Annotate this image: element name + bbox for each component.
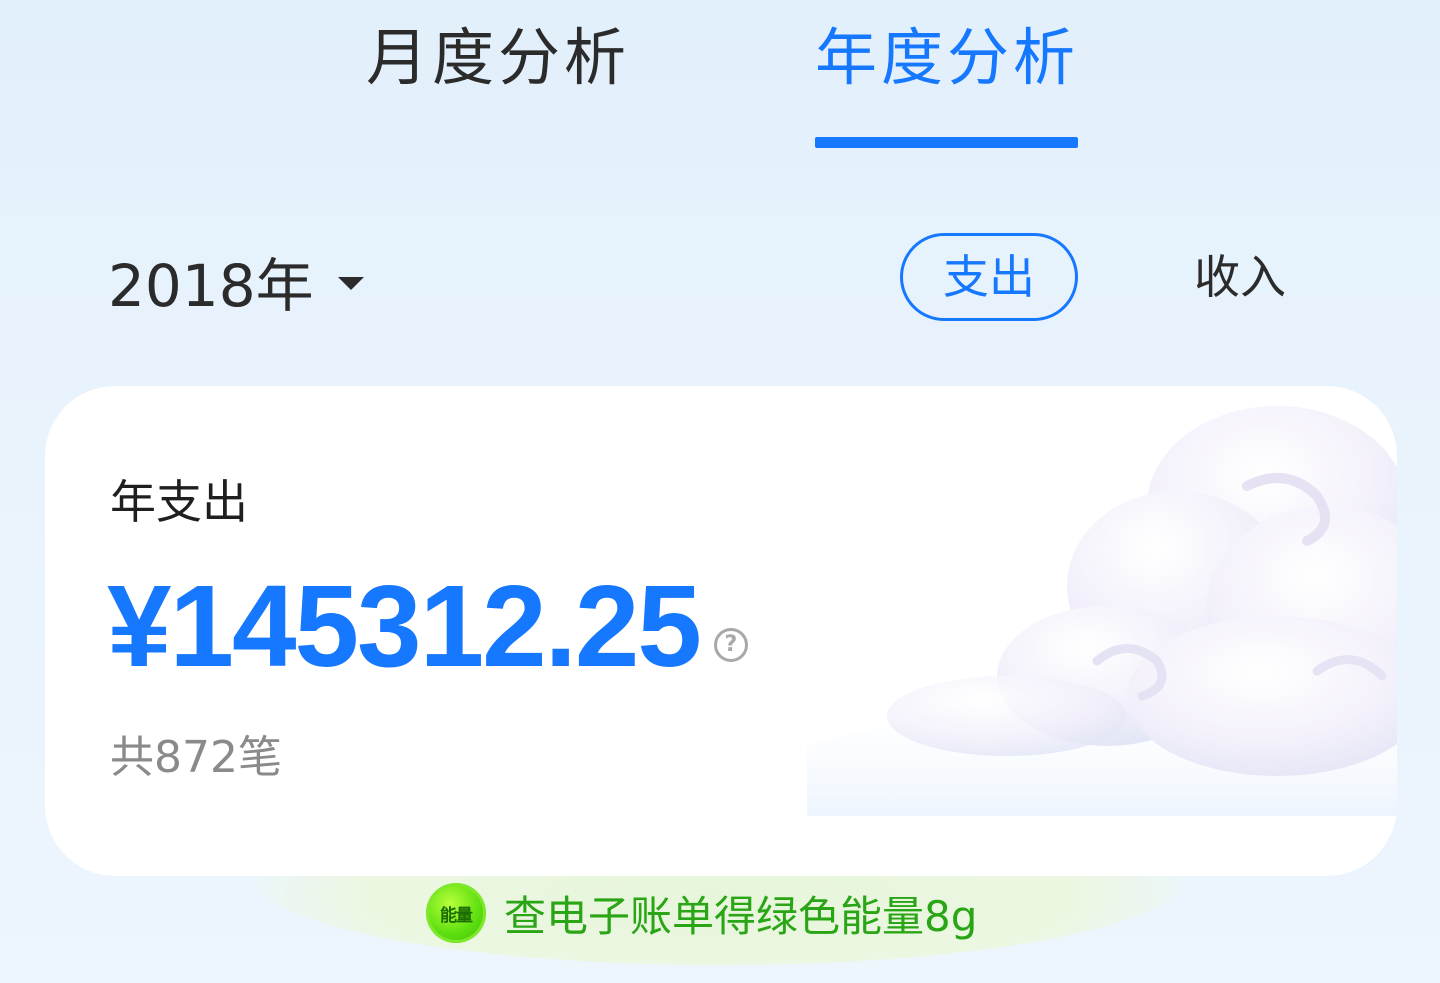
energy-badge-icon: 能量 (426, 883, 486, 943)
year-label: 2018年 (108, 252, 314, 320)
transaction-count: 共872笔 (110, 732, 282, 783)
energy-badge-label: 能量 (440, 905, 473, 926)
active-tab-indicator (815, 137, 1078, 148)
annual-expense-amount: ¥145312.25 (107, 561, 702, 691)
energy-promo-link[interactable]: 能量 查电子账单得绿色能量8g (426, 882, 977, 944)
expense-toggle-button[interactable]: 支出 (900, 233, 1078, 321)
year-selector[interactable]: 2018年 (108, 245, 364, 320)
tab-monthly-analysis[interactable]: 月度分析 (366, 18, 630, 98)
amount-row: ¥145312.25 ? (107, 566, 748, 686)
income-toggle-button[interactable]: 收入 (1194, 233, 1286, 321)
annual-summary-card: 年支出 ¥145312.25 ? 共872笔 (45, 386, 1397, 876)
cloud-icon (807, 406, 1397, 816)
caret-down-icon (337, 276, 364, 290)
tab-yearly-analysis[interactable]: 年度分析 (815, 18, 1079, 98)
card-title: 年支出 (110, 475, 248, 529)
energy-promo-text: 查电子账单得绿色能量8g (504, 891, 978, 941)
question-circle-icon[interactable]: ? (713, 628, 748, 662)
